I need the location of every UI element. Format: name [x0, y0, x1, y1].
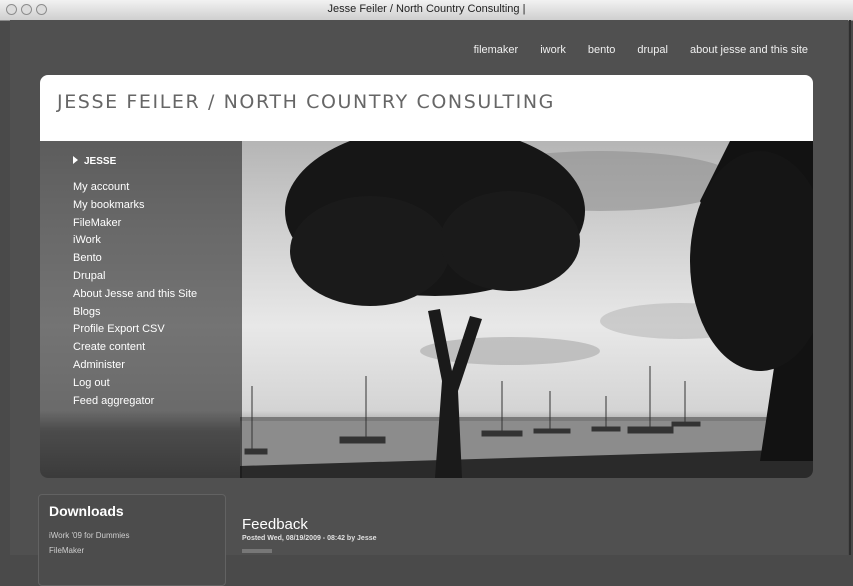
expand-arrow-icon	[73, 156, 78, 164]
nav-link-bento[interactable]: bento	[588, 44, 616, 56]
menu-item-profile-export[interactable]: Profile Export CSV	[73, 321, 197, 339]
download-link-filemaker[interactable]: FileMaker	[49, 546, 84, 555]
downloads-block: Downloads iWork '09 for Dummies FileMake…	[38, 494, 226, 586]
top-navigation: filemaker iwork bento drupal about jesse…	[474, 44, 808, 56]
user-menu-list: My account My bookmarks FileMaker iWork …	[73, 179, 197, 410]
nav-link-drupal[interactable]: drupal	[637, 44, 668, 56]
post-title[interactable]: Feedback	[242, 516, 308, 533]
nav-link-about[interactable]: about jesse and this site	[690, 44, 808, 56]
site-title[interactable]: JESSE FEILER / NORTH COUNTRY CONSULTING	[57, 91, 555, 113]
menu-item-drupal[interactable]: Drupal	[73, 268, 197, 286]
menu-item-create-content[interactable]: Create content	[73, 339, 197, 357]
banner-image: JESSE My account My bookmarks FileMaker …	[40, 141, 813, 478]
menu-item-filemaker[interactable]: FileMaker	[73, 215, 197, 233]
menu-item-my-bookmarks[interactable]: My bookmarks	[73, 197, 197, 215]
nav-link-iwork[interactable]: iwork	[540, 44, 566, 56]
menu-item-bento[interactable]: Bento	[73, 250, 197, 268]
menu-item-my-account[interactable]: My account	[73, 179, 197, 197]
window-titlebar: Jesse Feiler / North Country Consulting …	[0, 0, 853, 21]
post-meta: Posted Wed, 08/19/2009 - 08:42 by Jesse	[242, 535, 377, 542]
downloads-heading: Downloads	[49, 503, 124, 519]
window-title: Jesse Feiler / North Country Consulting …	[327, 3, 526, 15]
site-header: JESSE FEILER / NORTH COUNTRY CONSULTING	[40, 75, 813, 141]
menu-item-about[interactable]: About Jesse and this Site	[73, 286, 197, 304]
user-menu-heading[interactable]: JESSE	[73, 156, 116, 167]
user-menu: JESSE My account My bookmarks FileMaker …	[40, 141, 242, 478]
menu-item-administer[interactable]: Administer	[73, 357, 197, 375]
page: filemaker iwork bento drupal about jesse…	[10, 20, 848, 586]
menu-item-iwork[interactable]: iWork	[73, 232, 197, 250]
menu-item-feed-aggregator[interactable]: Feed aggregator	[73, 393, 197, 411]
nav-link-filemaker[interactable]: filemaker	[474, 44, 519, 56]
menu-item-blogs[interactable]: Blogs	[73, 304, 197, 322]
user-menu-heading-label: JESSE	[84, 156, 117, 167]
window-edge	[849, 20, 851, 555]
download-link-iwork[interactable]: iWork '09 for Dummies	[49, 531, 130, 540]
menu-item-log-out[interactable]: Log out	[73, 375, 197, 393]
post-body-preview	[242, 549, 272, 553]
